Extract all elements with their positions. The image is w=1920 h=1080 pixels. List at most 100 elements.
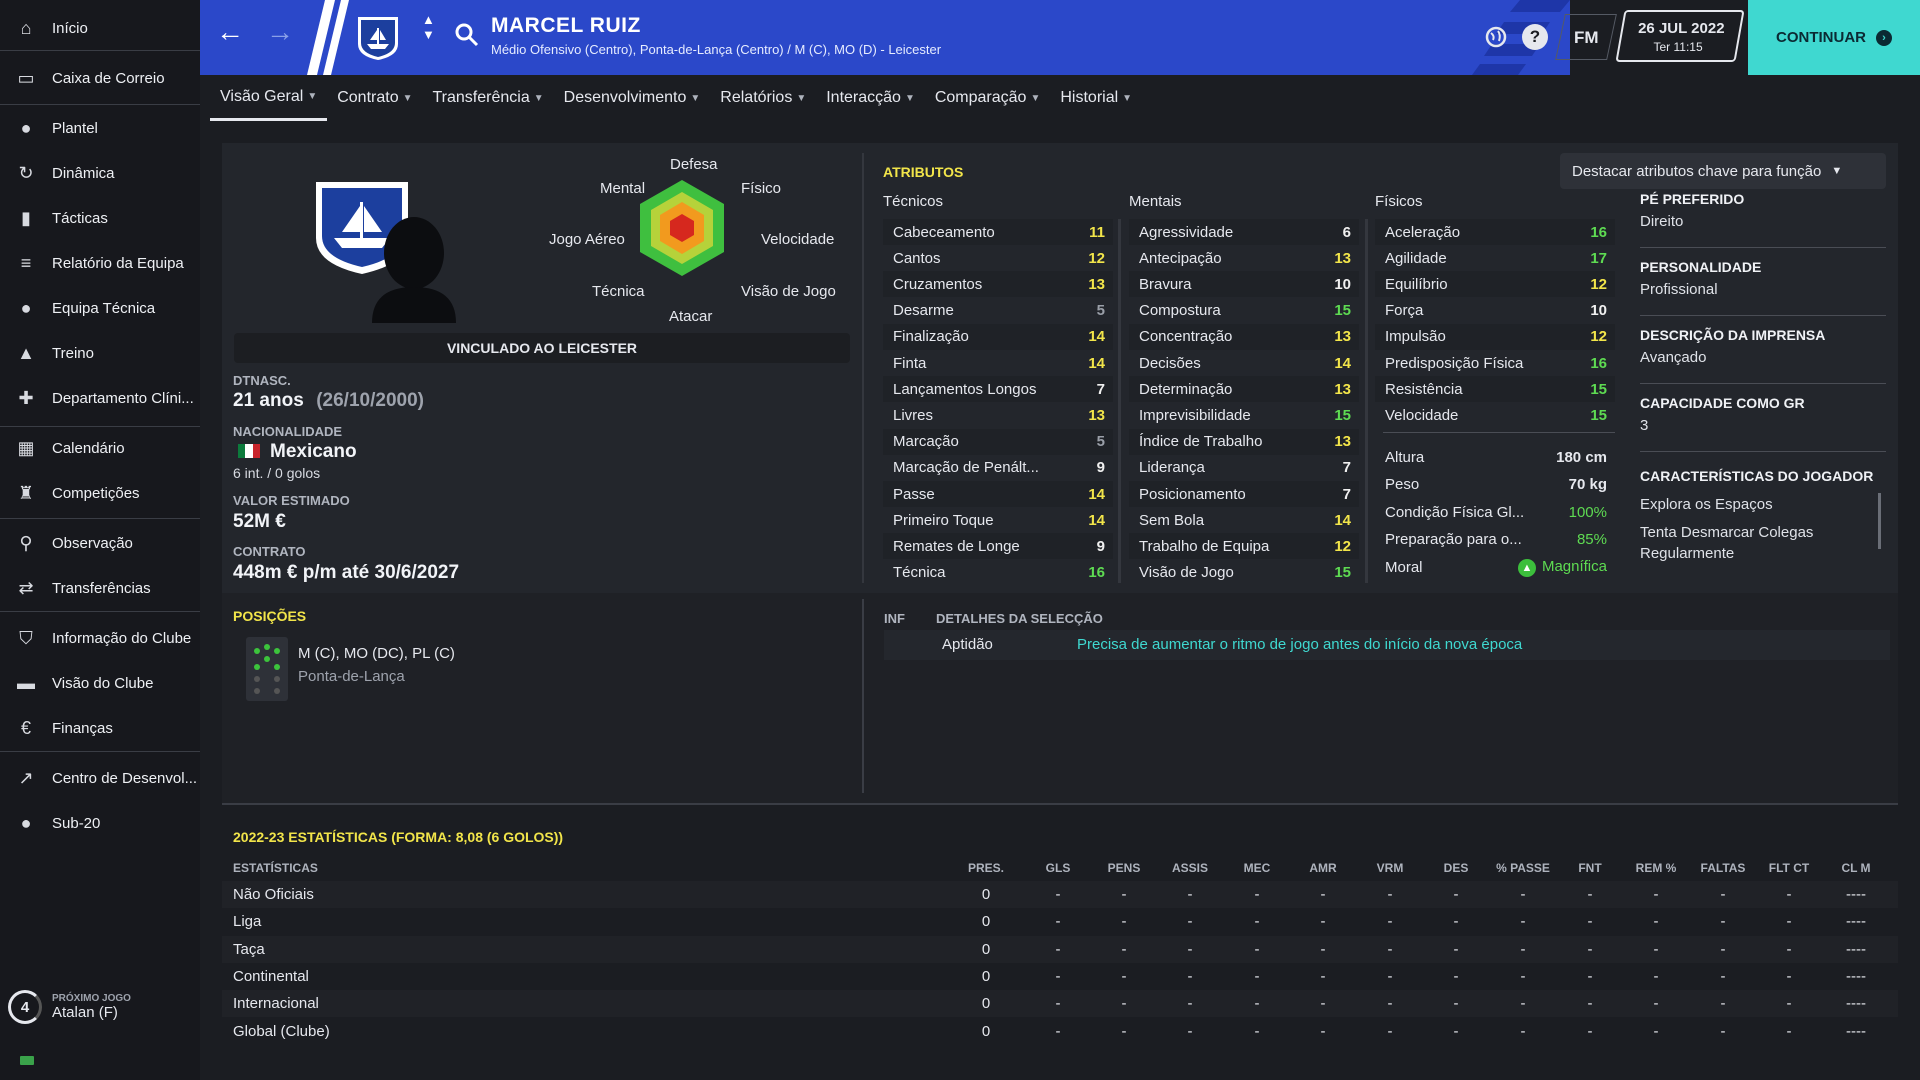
sidebar-item-calendario[interactable]: ▦ Calendário bbox=[0, 426, 200, 470]
attribute-row[interactable]: Velocidade 15 bbox=[1375, 402, 1615, 428]
tab-interaccao[interactable]: Interacção ▼ bbox=[816, 75, 925, 121]
sidebar-item-inbox[interactable]: ▭ Caixa de Correio bbox=[0, 56, 200, 100]
attribute-row[interactable]: Cabeceamento 11 bbox=[883, 219, 1113, 245]
tab-comparacao[interactable]: Comparação ▼ bbox=[925, 75, 1051, 121]
sidebar-item-observacao[interactable]: ⚲ Observação bbox=[0, 521, 200, 565]
highlight-attributes-dropdown[interactable]: Destacar atributos chave para função ▼ bbox=[1560, 153, 1886, 189]
attribute-row[interactable]: Predisposição Física 16 bbox=[1375, 350, 1615, 376]
scrollbar[interactable] bbox=[1878, 493, 1881, 549]
chevron-updown-icon[interactable]: ▲ ▼ bbox=[422, 12, 435, 42]
stats-column-header[interactable]: MEC bbox=[1222, 861, 1292, 875]
stats-column-header[interactable]: PENS bbox=[1089, 861, 1159, 875]
attribute-row[interactable]: Visão de Jogo 15 bbox=[1129, 560, 1359, 586]
stats-row[interactable]: Internacional 0- - - - - - - - - - - - ---- bbox=[222, 990, 1898, 1018]
stats-row[interactable]: Não Oficiais 0- - - - - - - - - - - - ---- bbox=[222, 881, 1898, 908]
attribute-row[interactable]: Índice de Trabalho 13 bbox=[1129, 428, 1359, 455]
stats-column-header[interactable]: FALTAS bbox=[1688, 861, 1758, 875]
attribute-row[interactable]: Aceleração 16 bbox=[1375, 219, 1615, 245]
attribute-row[interactable]: Remates de Longe 9 bbox=[883, 533, 1113, 560]
sidebar-item-competicoes[interactable]: ♜ Competições bbox=[0, 471, 200, 515]
help-icon[interactable]: ? bbox=[1522, 24, 1548, 50]
tab-relatorios[interactable]: Relatórios ▼ bbox=[710, 75, 816, 121]
sidebar-item-tacticas[interactable]: ▮ Tácticas bbox=[0, 196, 200, 240]
sidebar-item-info-clube[interactable]: ⛉ Informação do Clube bbox=[0, 616, 200, 660]
attribute-row[interactable]: Concentração 13 bbox=[1129, 323, 1359, 350]
stats-column-header[interactable]: GLS bbox=[1023, 861, 1093, 875]
sidebar-item-plantel[interactable]: ● Plantel bbox=[0, 106, 200, 150]
attribute-row[interactable]: Primeiro Toque 14 bbox=[883, 507, 1113, 533]
scrollbar[interactable] bbox=[1118, 219, 1121, 583]
attribute-row[interactable]: Técnica 16 bbox=[883, 560, 1113, 586]
sidebar-item-visao-clube[interactable]: ▬ Visão do Clube bbox=[0, 661, 200, 705]
stats-row[interactable]: Global (Clube) 0- - - - - - - - - - - - ---- bbox=[222, 1018, 1898, 1045]
stats-column-header[interactable]: REM % bbox=[1621, 861, 1691, 875]
attribute-row[interactable]: Finta 14 bbox=[883, 350, 1113, 376]
stats-column-header[interactable]: VRM bbox=[1355, 861, 1425, 875]
stats-column-header[interactable]: FLT CT bbox=[1754, 861, 1824, 875]
back-arrow-icon[interactable]: ← bbox=[216, 16, 244, 48]
attribute-row[interactable]: Equilíbrio 12 bbox=[1375, 271, 1615, 298]
stats-column-header[interactable]: ESTATÍSTICAS bbox=[233, 861, 318, 875]
next-match[interactable]: 4 PRÓXIMO JOGO Atalan (F) bbox=[8, 990, 131, 1024]
attribute-row[interactable]: Marcação 5 bbox=[883, 428, 1113, 455]
tab-contrato[interactable]: Contrato ▼ bbox=[327, 75, 422, 121]
continue-button[interactable]: CONTINUAR › bbox=[1748, 0, 1920, 75]
sidebar-item-relatorio[interactable]: ≡ Relatório da Equipa bbox=[0, 241, 200, 285]
sidebar-item-inicio[interactable]: ⌂ Início bbox=[0, 6, 200, 50]
stats-column-header[interactable]: ASSIS bbox=[1155, 861, 1225, 875]
stats-column-header[interactable]: PRES. bbox=[951, 861, 1021, 875]
stats-row[interactable]: Taça 0- - - - - - - - - - - - ---- bbox=[222, 935, 1898, 963]
attribute-row[interactable]: Lançamentos Longos 7 bbox=[883, 376, 1113, 403]
world-icon[interactable] bbox=[1483, 24, 1509, 50]
attribute-row[interactable]: Agilidade 17 bbox=[1375, 245, 1615, 271]
selection-text[interactable]: Precisa de aumentar o ritmo de jogo ante… bbox=[1077, 636, 1522, 653]
stats-column-header[interactable]: FNT bbox=[1555, 861, 1625, 875]
sidebar-item-desenvolvimento[interactable]: ↗ Centro de Desenvol... bbox=[0, 756, 200, 800]
club-crest-icon[interactable] bbox=[355, 14, 401, 62]
divider bbox=[0, 611, 200, 612]
attribute-row[interactable]: Determinação 13 bbox=[1129, 376, 1359, 403]
tab-desenvolvimento[interactable]: Desenvolvimento ▼ bbox=[554, 75, 711, 121]
attribute-row[interactable]: Desarme 5 bbox=[883, 298, 1113, 324]
attribute-row[interactable]: Decisões 14 bbox=[1129, 350, 1359, 376]
stats-column-header[interactable]: DES bbox=[1421, 861, 1491, 875]
tab-visao-geral[interactable]: Visão Geral ▼ bbox=[210, 75, 328, 121]
attribute-row[interactable]: Marcação de Penált... 9 bbox=[883, 455, 1113, 481]
attribute-row[interactable]: Imprevisibilidade 15 bbox=[1129, 402, 1359, 428]
attribute-row[interactable]: Liderança 7 bbox=[1129, 455, 1359, 481]
sidebar-item-treino[interactable]: ▲ Treino bbox=[0, 331, 200, 375]
attribute-row[interactable]: Posicionamento 7 bbox=[1129, 481, 1359, 507]
attribute-row[interactable]: Sem Bola 14 bbox=[1129, 507, 1359, 533]
sidebar-item-transferencias[interactable]: ⇄ Transferências bbox=[0, 566, 200, 610]
tab-transferencia[interactable]: Transferência ▼ bbox=[423, 75, 554, 121]
attribute-row[interactable]: Compostura 15 bbox=[1129, 298, 1359, 324]
attribute-row[interactable]: Força 10 bbox=[1375, 298, 1615, 324]
stats-column-header[interactable]: CL M bbox=[1821, 861, 1891, 875]
sidebar-item-dinamica[interactable]: ↻ Dinâmica bbox=[0, 151, 200, 195]
attribute-row[interactable]: Agressividade 6 bbox=[1129, 219, 1359, 245]
scrollbar[interactable] bbox=[1365, 219, 1368, 583]
search-icon[interactable] bbox=[454, 22, 480, 48]
attribute-row[interactable]: Livres 13 bbox=[883, 402, 1113, 428]
stats-column-header[interactable]: AMR bbox=[1288, 861, 1358, 875]
stats-column-header[interactable]: % PASSE bbox=[1488, 861, 1558, 875]
attribute-row[interactable]: Cruzamentos 13 bbox=[883, 271, 1113, 298]
attribute-row[interactable]: Bravura 10 bbox=[1129, 271, 1359, 298]
attribute-row[interactable]: Antecipação 13 bbox=[1129, 245, 1359, 271]
forward-arrow-icon[interactable]: → bbox=[266, 16, 294, 48]
divider bbox=[0, 104, 200, 105]
attribute-row[interactable]: Resistência 15 bbox=[1375, 376, 1615, 403]
sidebar-item-medical[interactable]: ✚ Departamento Clíni... bbox=[0, 376, 200, 420]
attribute-row[interactable]: Trabalho de Equipa 12 bbox=[1129, 533, 1359, 560]
attribute-row[interactable]: Impulsão 12 bbox=[1375, 323, 1615, 350]
tab-historial[interactable]: Historial ▼ bbox=[1050, 75, 1142, 121]
stats-row[interactable]: Liga 0- - - - - - - - - - - - ---- bbox=[222, 908, 1898, 935]
stats-row[interactable]: Continental 0- - - - - - - - - - - - ---- bbox=[222, 963, 1898, 990]
attribute-row[interactable]: Finalização 14 bbox=[883, 323, 1113, 350]
sidebar-item-equipa-tecnica[interactable]: ● Equipa Técnica bbox=[0, 286, 200, 330]
attribute-row[interactable]: Passe 14 bbox=[883, 481, 1113, 507]
attribute-row[interactable]: Cantos 12 bbox=[883, 245, 1113, 271]
date-box[interactable]: 26 JUL 2022 Ter 11:15 bbox=[1615, 10, 1745, 62]
sidebar-item-financas[interactable]: € Finanças bbox=[0, 706, 200, 750]
sidebar-item-sub20[interactable]: ● Sub-20 bbox=[0, 801, 200, 845]
